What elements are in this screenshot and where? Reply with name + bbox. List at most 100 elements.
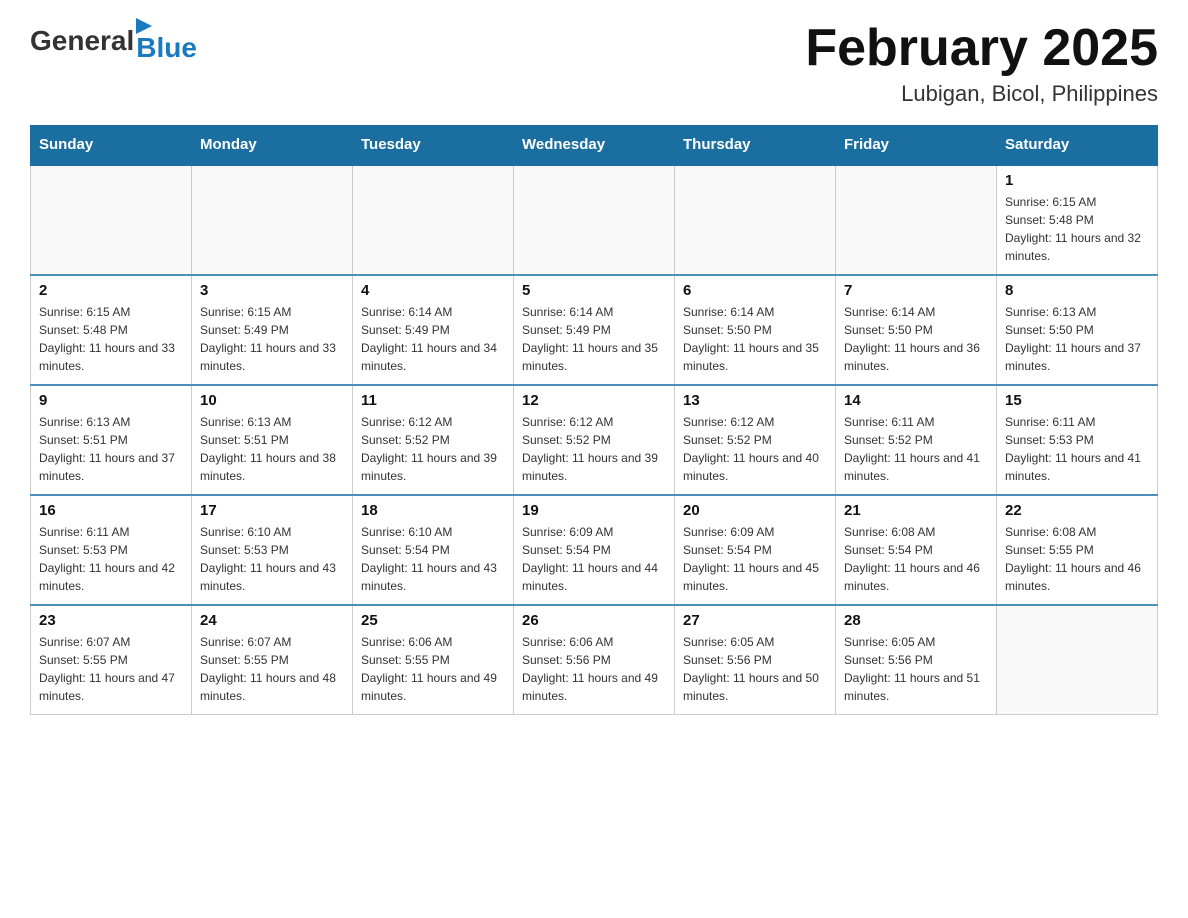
- calendar-cell: 2Sunrise: 6:15 AMSunset: 5:48 PMDaylight…: [31, 275, 192, 385]
- calendar-cell: 14 Sunrise: 6:11 AMSunset: 5:52 PMDayligh…: [836, 385, 997, 495]
- header-wednesday: Wednesday: [514, 126, 675, 165]
- calendar-subtitle: Lubigan, Bicol, Philippines: [805, 81, 1158, 107]
- calendar-cell: 13Sunrise: 6:12 AMSunset: 5:52 PMDayligh…: [675, 385, 836, 495]
- day-number: 21: [844, 502, 988, 519]
- day-number: 9: [39, 392, 183, 409]
- header-saturday: Saturday: [997, 126, 1158, 165]
- header-tuesday: Tuesday: [353, 126, 514, 165]
- day-info: Sunrise: 6:12 AMSunset: 5:52 PMDaylight:…: [683, 413, 827, 485]
- calendar-cell: 16 Sunrise: 6:11 AMSunset: 5:53 PMDayligh…: [31, 495, 192, 605]
- day-number: 16: [39, 502, 183, 519]
- calendar-cell: [836, 165, 997, 275]
- header-thursday: Thursday: [675, 126, 836, 165]
- calendar-cell: [675, 165, 836, 275]
- day-number: 6: [683, 282, 827, 299]
- week-row-5: 23 Sunrise: 6:07 AMSunset: 5:55 PMDayligh…: [31, 605, 1158, 715]
- day-number: 14: [844, 392, 988, 409]
- calendar-cell: 23 Sunrise: 6:07 AMSunset: 5:55 PMDayligh…: [31, 605, 192, 715]
- day-info: Sunrise: 6:07 AMSunset: 5:55 PMDaylight:…: [39, 633, 183, 705]
- calendar-cell: 19 Sunrise: 6:09 AMSunset: 5:54 PMDayligh…: [514, 495, 675, 605]
- week-row-1: 1 Sunrise: 6:15 AMSunset: 5:48 PMDaylight…: [31, 165, 1158, 275]
- day-number: 1: [1005, 172, 1149, 189]
- calendar-cell: 20Sunrise: 6:09 AMSunset: 5:54 PMDayligh…: [675, 495, 836, 605]
- day-number: 23: [39, 612, 183, 629]
- day-number: 17: [200, 502, 344, 519]
- calendar-cell: 9Sunrise: 6:13 AMSunset: 5:51 PMDaylight…: [31, 385, 192, 495]
- day-number: 10: [200, 392, 344, 409]
- day-number: 8: [1005, 282, 1149, 299]
- calendar-cell: 3 Sunrise: 6:15 AMSunset: 5:49 PMDaylight…: [192, 275, 353, 385]
- day-number: 24: [200, 612, 344, 629]
- calendar-cell: 5Sunrise: 6:14 AMSunset: 5:49 PMDaylight…: [514, 275, 675, 385]
- calendar-cell: 10 Sunrise: 6:13 AMSunset: 5:51 PMDayligh…: [192, 385, 353, 495]
- day-info: Sunrise: 6:08 AMSunset: 5:55 PMDaylight:…: [1005, 523, 1149, 595]
- day-number: 28: [844, 612, 988, 629]
- day-info: Sunrise: 6:11 AMSunset: 5:52 PMDaylight:…: [844, 413, 988, 485]
- calendar-cell: 21 Sunrise: 6:08 AMSunset: 5:54 PMDayligh…: [836, 495, 997, 605]
- header-monday: Monday: [192, 126, 353, 165]
- week-row-2: 2Sunrise: 6:15 AMSunset: 5:48 PMDaylight…: [31, 275, 1158, 385]
- calendar-cell: 15 Sunrise: 6:11 AMSunset: 5:53 PMDayligh…: [997, 385, 1158, 495]
- calendar-cell: 27 Sunrise: 6:05 AMSunset: 5:56 PMDayligh…: [675, 605, 836, 715]
- calendar-cell: 17 Sunrise: 6:10 AMSunset: 5:53 PMDayligh…: [192, 495, 353, 605]
- day-info: Sunrise: 6:12 AMSunset: 5:52 PMDaylight:…: [522, 413, 666, 485]
- day-info: Sunrise: 6:10 AMSunset: 5:54 PMDaylight:…: [361, 523, 505, 595]
- calendar-cell: 18Sunrise: 6:10 AMSunset: 5:54 PMDayligh…: [353, 495, 514, 605]
- week-row-3: 9 Sunrise: 6:13 AMSunset: 5:51 PMDaylight…: [31, 385, 1158, 495]
- day-info: Sunrise: 6:11 AMSunset: 5:53 PMDaylight:…: [39, 523, 183, 595]
- calendar-cell: 12 Sunrise: 6:12 AMSunset: 5:52 PMDayligh…: [514, 385, 675, 495]
- day-info: Sunrise: 6:15 AMSunset: 5:49 PMDaylight:…: [200, 303, 344, 375]
- calendar-cell: [514, 165, 675, 275]
- calendar-cell: [353, 165, 514, 275]
- calendar-title: February 2025: [805, 20, 1158, 77]
- day-info: Sunrise: 6:13 AMSunset: 5:50 PMDaylight:…: [1005, 303, 1149, 375]
- day-info: Sunrise: 6:06 AMSunset: 5:55 PMDaylight:…: [361, 633, 505, 705]
- calendar-cell: 6 Sunrise: 6:14 AMSunset: 5:50 PMDaylight…: [675, 275, 836, 385]
- day-info: Sunrise: 6:09 AMSunset: 5:54 PMDaylight:…: [522, 523, 666, 595]
- day-number: 22: [1005, 502, 1149, 519]
- day-number: 19: [522, 502, 666, 519]
- calendar-header-row: Sunday Monday Tuesday Wednesday Thursday…: [31, 126, 1158, 165]
- day-info: Sunrise: 6:05 AMSunset: 5:56 PMDaylight:…: [683, 633, 827, 705]
- day-info: Sunrise: 6:10 AMSunset: 5:53 PMDaylight:…: [200, 523, 344, 595]
- calendar-cell: 26 Sunrise: 6:06 AMSunset: 5:56 PMDayligh…: [514, 605, 675, 715]
- day-number: 7: [844, 282, 988, 299]
- day-info: Sunrise: 6:11 AMSunset: 5:53 PMDaylight:…: [1005, 413, 1149, 485]
- calendar-cell: 25Sunrise: 6:06 AMSunset: 5:55 PMDayligh…: [353, 605, 514, 715]
- calendar-title-area: February 2025 Lubigan, Bicol, Philippine…: [805, 20, 1158, 107]
- day-info: Sunrise: 6:14 AMSunset: 5:50 PMDaylight:…: [683, 303, 827, 375]
- day-number: 11: [361, 392, 505, 409]
- day-info: Sunrise: 6:09 AMSunset: 5:54 PMDaylight:…: [683, 523, 827, 595]
- calendar-cell: [997, 605, 1158, 715]
- calendar-table: Sunday Monday Tuesday Wednesday Thursday…: [30, 125, 1158, 715]
- header: General Blue February 2025 Lubigan, Bico…: [30, 20, 1158, 107]
- header-sunday: Sunday: [31, 126, 192, 165]
- header-friday: Friday: [836, 126, 997, 165]
- day-info: Sunrise: 6:06 AMSunset: 5:56 PMDaylight:…: [522, 633, 666, 705]
- calendar-cell: 24Sunrise: 6:07 AMSunset: 5:55 PMDayligh…: [192, 605, 353, 715]
- day-number: 4: [361, 282, 505, 299]
- day-info: Sunrise: 6:15 AMSunset: 5:48 PMDaylight:…: [1005, 193, 1149, 265]
- day-number: 5: [522, 282, 666, 299]
- day-number: 26: [522, 612, 666, 629]
- calendar-cell: 11Sunrise: 6:12 AMSunset: 5:52 PMDayligh…: [353, 385, 514, 495]
- calendar-cell: 7Sunrise: 6:14 AMSunset: 5:50 PMDaylight…: [836, 275, 997, 385]
- calendar-cell: 8 Sunrise: 6:13 AMSunset: 5:50 PMDaylight…: [997, 275, 1158, 385]
- day-number: 27: [683, 612, 827, 629]
- calendar-cell: 4Sunrise: 6:14 AMSunset: 5:49 PMDaylight…: [353, 275, 514, 385]
- day-number: 3: [200, 282, 344, 299]
- logo: General Blue: [30, 20, 197, 62]
- calendar-cell: 28 Sunrise: 6:05 AMSunset: 5:56 PMDayligh…: [836, 605, 997, 715]
- logo-blue-text: Blue: [136, 34, 197, 62]
- week-row-4: 16 Sunrise: 6:11 AMSunset: 5:53 PMDayligh…: [31, 495, 1158, 605]
- calendar-cell: 22 Sunrise: 6:08 AMSunset: 5:55 PMDayligh…: [997, 495, 1158, 605]
- calendar-cell: 1 Sunrise: 6:15 AMSunset: 5:48 PMDaylight…: [997, 165, 1158, 275]
- calendar-cell: [31, 165, 192, 275]
- day-number: 2: [39, 282, 183, 299]
- calendar-cell: [192, 165, 353, 275]
- day-number: 15: [1005, 392, 1149, 409]
- day-info: Sunrise: 6:05 AMSunset: 5:56 PMDaylight:…: [844, 633, 988, 705]
- day-number: 12: [522, 392, 666, 409]
- day-info: Sunrise: 6:13 AMSunset: 5:51 PMDaylight:…: [200, 413, 344, 485]
- day-info: Sunrise: 6:08 AMSunset: 5:54 PMDaylight:…: [844, 523, 988, 595]
